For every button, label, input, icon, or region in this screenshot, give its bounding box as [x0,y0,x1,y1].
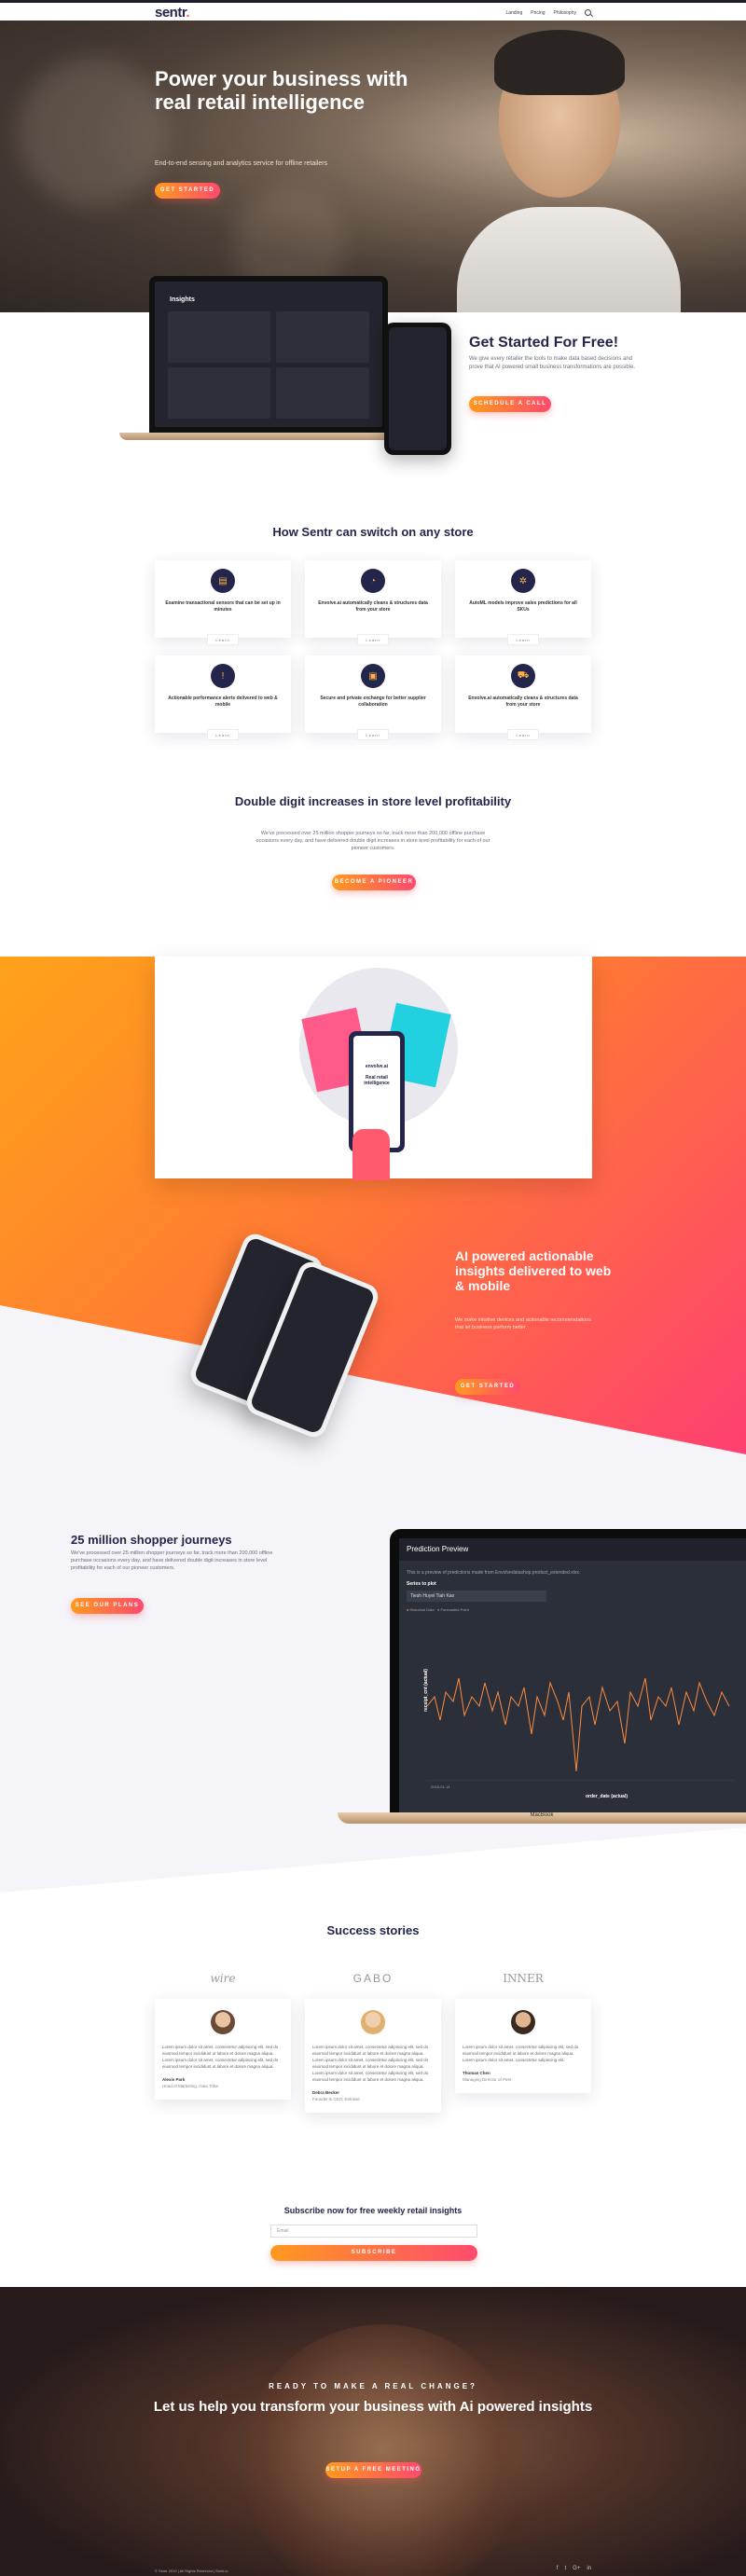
learn-link[interactable]: Learn [507,729,539,740]
y-axis-label: receipt_cnt (actual) [422,1669,429,1712]
laptop-mockup: Insights [119,276,418,446]
shopper-subtitle: We've processed over 25 million shopper … [71,1550,273,1571]
illustration-brand: envolve.ai [365,1064,389,1069]
instagram-icon[interactable]: in [587,2566,591,2571]
hero-title: Power your business with real retail int… [155,67,408,114]
hero-bokeh [19,58,168,207]
nav-links: Landing Pricing Philosophy [505,9,591,16]
see-plans-button[interactable]: See our plans [71,1598,144,1614]
profitability-subtitle: We've processed over 25 million shopper … [256,831,490,851]
schedule-call-button[interactable]: Schedule a call [469,396,551,412]
learn-link[interactable]: Learn [357,634,389,645]
subscribe-title: Subscribe now for free weekly retail ins… [283,2206,463,2215]
dashboard-title: Insights [170,296,195,303]
profitability-title: Double digit increases in store level pr… [234,794,512,808]
testimonial-card: Lorem ipsum dolor sit amet, consectetur … [155,1999,291,2100]
google-plus-icon[interactable]: G+ [573,2566,580,2571]
become-pioneer-button[interactable]: Become a pioneer [332,875,416,890]
learn-link[interactable]: Learn [207,634,239,645]
brand-logo-inner: INNER [503,1972,544,1985]
shopper-title: 25 million shopper journeys [71,1533,232,1547]
footer-copyright: © Sentr 2019 | All Rights Reserved | Sen… [155,2569,228,2573]
hero-photo [438,21,699,312]
illustration-caption: Real retail intelligence [364,1075,390,1086]
setup-meeting-button[interactable]: Setup a free meeting [325,2462,421,2478]
email-field[interactable]: Email [270,2225,477,2238]
feature-card: ▣ Secure and private exchange for better… [305,655,441,740]
series-label: Series to plot [407,1581,436,1587]
avatar [361,2010,385,2034]
brand-logo-gabo: GABO [352,1972,394,1985]
feature-card: ⛟ Envolve.ai automatically cleans & stru… [455,655,591,740]
lock-icon: ▣ [361,664,385,688]
illustration-card: envolve.ai Real retail intelligence [155,957,592,1180]
pie-icon: ◔ [361,569,385,593]
testimonial-card: Lorem ipsum dolor sit amet, consectetur … [305,1999,441,2113]
testimonial-card: Lorem ipsum dolor sit amet, consectetur … [455,1999,591,2093]
feature-card: ! Actionable performance alerts delivere… [155,655,291,740]
ai-insights-subtitle: We make intuitive devices and actionable… [455,1317,592,1330]
social-links: f t G+ in [557,2566,591,2571]
preview-description: This is a preview of predictions made fr… [407,1570,581,1576]
hero-get-started-button[interactable]: Get started [155,183,220,199]
brand-logo-wire: wire [210,1972,236,1985]
search-icon[interactable] [585,9,591,16]
avatar [211,2010,235,2034]
prediction-line-chart [427,1677,735,1781]
subscribe-button[interactable]: Subscribe [270,2245,477,2261]
nav-link-landing[interactable]: Landing [505,10,522,16]
how-section-title: How Sentr can switch on any store [272,525,474,539]
twitter-icon[interactable]: t [564,2566,566,2571]
learn-link[interactable]: Learn [507,634,539,645]
cta-section [0,2287,746,2576]
phone-mockup [384,323,451,455]
top-nav: sentr. Landing Pricing Philosophy [0,0,746,21]
learn-link[interactable]: Learn [357,729,389,740]
feature-card: ◔ Envolve.ai automatically cleans & stru… [305,560,441,645]
feature-card: ✲ AutoML models improve sales prediction… [455,560,591,645]
get-started-title: Get Started For Free! [469,335,619,351]
macbook-mockup: Prediction Preview This is a preview of … [338,1529,746,1827]
chart-icon: ▤ [211,569,235,593]
alert-icon: ! [211,664,235,688]
nav-link-philosophy[interactable]: Philosophy [554,10,576,16]
x-tick-label: 2018-01-14 [431,1784,450,1789]
get-started-subtitle: We give every retailer the tools to make… [469,356,636,370]
avatar [511,2010,535,2034]
cta-eyebrow: READY TO MAKE A REAL CHANGE? [269,2382,477,2390]
hero-subtitle: End-to-end sensing and analytics service… [155,160,328,167]
series-select[interactable]: Tiesh Huyel Tiah Kao [407,1591,546,1602]
gear-icon: ✲ [511,569,535,593]
cta-title: Let us help you transform your business … [153,2399,593,2415]
nav-link-pricing[interactable]: Pricing [531,10,545,16]
ai-get-started-button[interactable]: Get started [455,1379,520,1395]
prediction-preview: Prediction Preview This is a preview of … [399,1538,746,1813]
feature-card: ▤ Examine transactional sensors that can… [155,560,291,645]
logo[interactable]: sentr. [155,5,189,21]
x-axis-label: order_date (actual) [586,1794,629,1799]
chart-legend: ● Historical Data ● Forecasted Point [407,1607,469,1612]
learn-link[interactable]: Learn [207,729,239,740]
pointer-hand-icon [352,1129,390,1180]
success-title: Success stories [326,1923,420,1937]
preview-header: Prediction Preview [399,1538,746,1561]
phones-mockup [186,1230,401,1441]
facebook-icon[interactable]: f [557,2566,559,2571]
cart-icon: ⛟ [511,664,535,688]
ai-insights-title: AI powered actionable insights delivered… [455,1248,612,1293]
macbook-label: MacBook [530,1812,554,1818]
